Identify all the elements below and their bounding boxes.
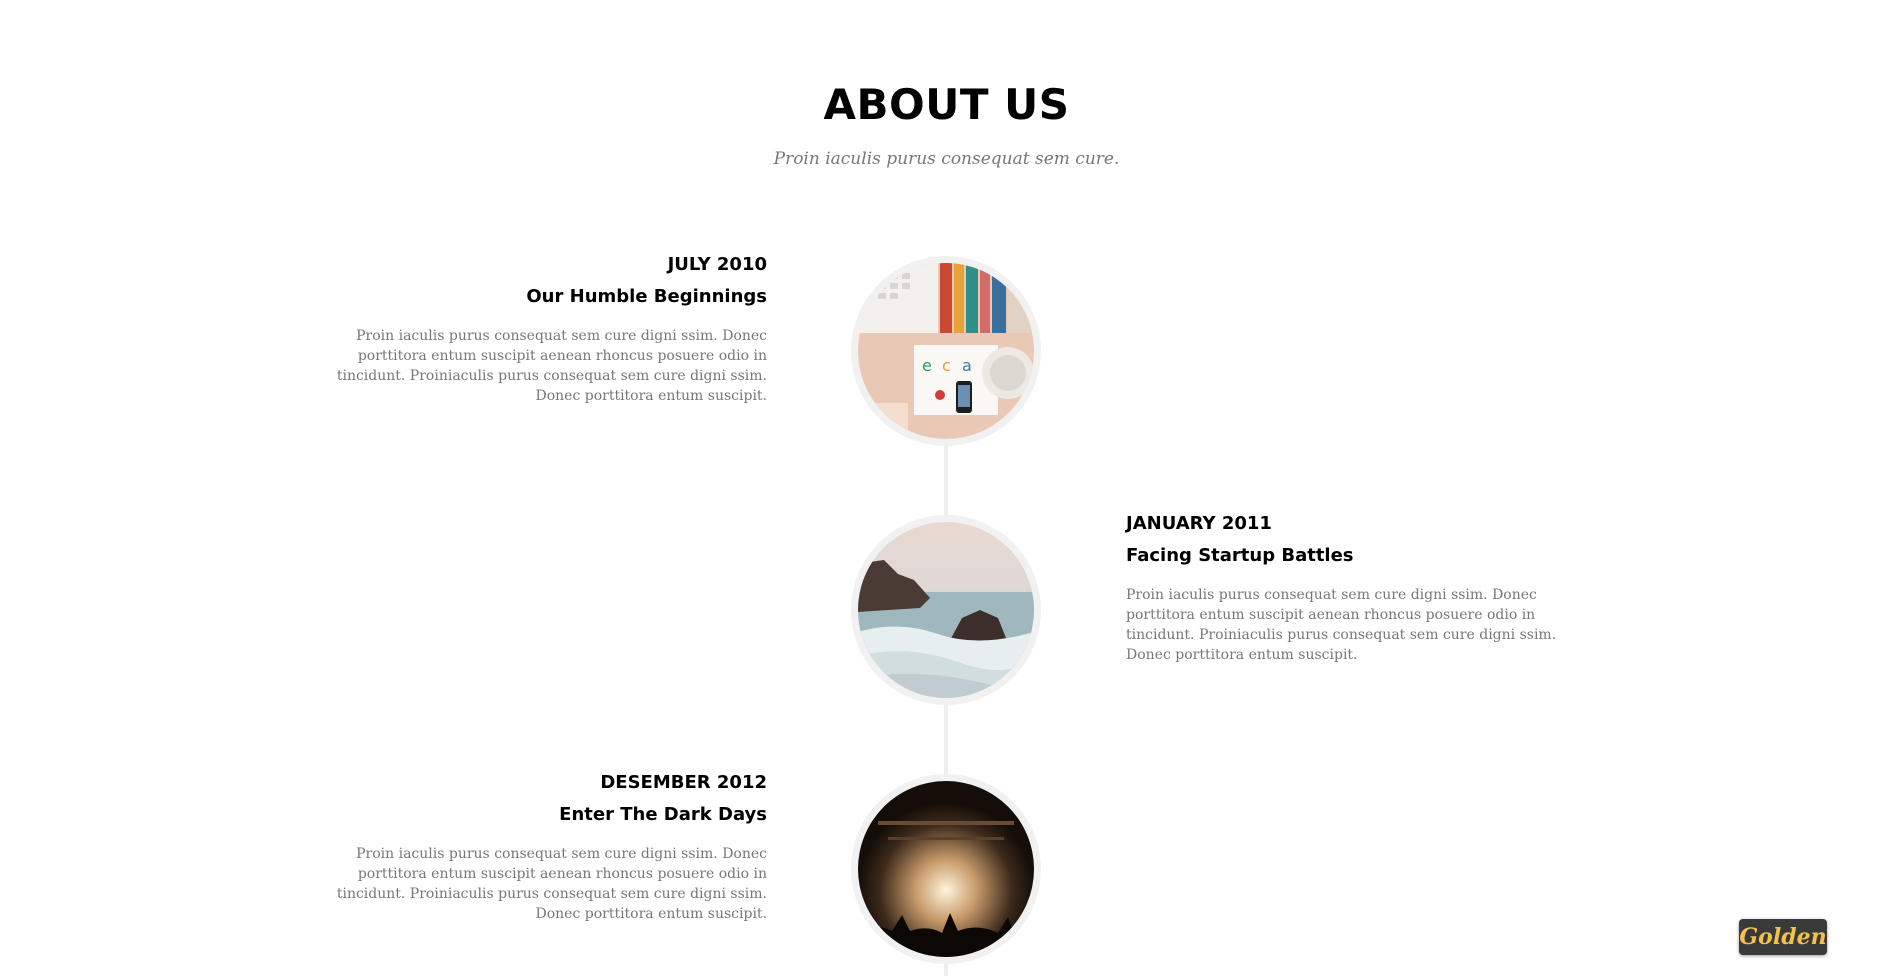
entry-date: DESEMBER 2012: [600, 772, 767, 793]
concert-crowd-image: [858, 781, 1034, 957]
timeline-entry-text: JULY 2010 Our Humble Beginnings Proin ia…: [317, 253, 767, 406]
sea-rocks-image: [858, 522, 1034, 698]
timeline-image-circle: [851, 515, 1041, 705]
entry-heading: Enter The Dark Days: [559, 804, 767, 825]
svg-text:a: a: [962, 356, 972, 375]
timeline-image-circle: e c a: [851, 256, 1041, 446]
timeline-entry-text: DESEMBER 2012 Enter The Dark Days Proin …: [317, 771, 767, 924]
about-us-page: ABOUT US Proin iaculis purus consequat s…: [0, 0, 1899, 976]
timeline-image-circle: [851, 774, 1041, 964]
svg-text:c: c: [942, 356, 951, 375]
svg-text:e: e: [922, 356, 932, 375]
timeline-entry-text: JANUARY 2011 Facing Startup Battles Proi…: [1126, 512, 1576, 665]
section-title: ABOUT US: [823, 80, 1070, 129]
entry-heading: Facing Startup Battles: [1126, 545, 1354, 566]
section-subtitle: Proin iaculis purus consequat sem cure.: [773, 149, 1120, 169]
entry-body: Proin iaculis purus consequat sem cure d…: [1126, 587, 1557, 663]
entry-heading: Our Humble Beginnings: [526, 286, 767, 307]
entry-date: JULY 2010: [667, 254, 767, 275]
entry-body: Proin iaculis purus consequat sem cure d…: [336, 328, 767, 404]
golden-badge[interactable]: Golden: [1739, 919, 1827, 955]
entry-date: JANUARY 2011: [1126, 513, 1272, 534]
desk-workspace-image: e c a: [858, 263, 1034, 439]
entry-body: Proin iaculis purus consequat sem cure d…: [336, 846, 767, 922]
